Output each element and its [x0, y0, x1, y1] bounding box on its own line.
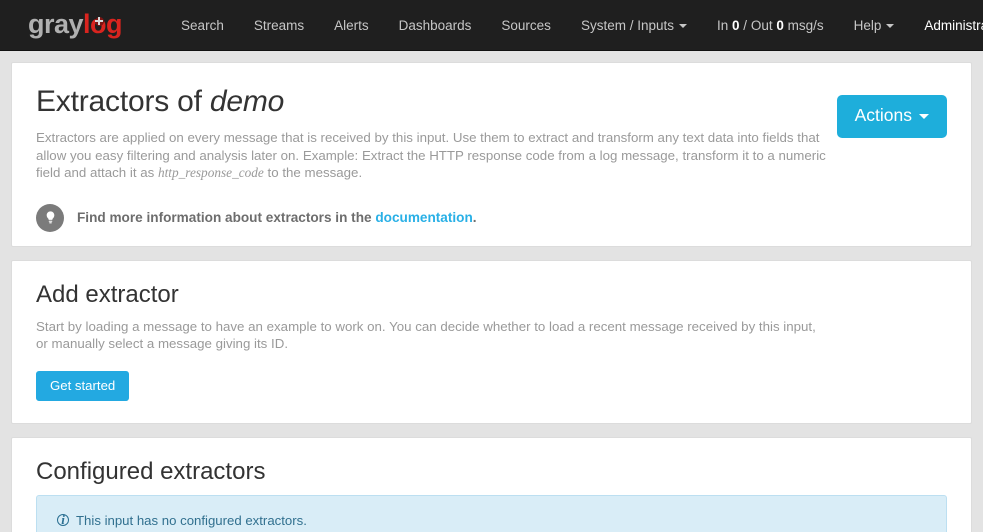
nav-item-streams[interactable]: Streams: [239, 0, 319, 50]
nav-item-administrator-label: Administrator: [924, 18, 983, 33]
nav-item-help-label: Help: [853, 18, 882, 33]
nav-item-search[interactable]: Search: [166, 0, 239, 50]
throughput-in-value: 0: [732, 18, 740, 33]
documentation-hint-suffix: .: [472, 210, 477, 225]
actions-button[interactable]: Actions: [836, 95, 947, 138]
configured-extractors-title: Configured extractors: [36, 457, 266, 485]
throughput-out-label: Out: [750, 18, 773, 33]
documentation-link[interactable]: documentation: [375, 210, 472, 225]
scroll-gutter[interactable]: [978, 51, 983, 532]
nav-item-sources[interactable]: Sources: [486, 0, 566, 50]
throughput-out-value: 0: [776, 18, 784, 33]
page-title: Extractors of demo: [36, 85, 947, 119]
add-extractor-description: Start by loading a message to have an ex…: [36, 318, 816, 352]
throughput-unit: msg/s: [787, 18, 824, 33]
extractors-panel: Actions Extractors of demo Extractors ar…: [11, 62, 972, 247]
nav-item-system-inputs[interactable]: System / Inputs: [566, 0, 702, 50]
add-extractor-panel: Add extractor Start by loading a message…: [11, 259, 972, 424]
configured-extractors-panel: Configured extractors i This input has n…: [11, 436, 972, 532]
add-extractor-title: Add extractor: [36, 280, 179, 308]
logo-compass-icon: [94, 16, 104, 26]
nav-item-dashboards[interactable]: Dashboards: [384, 0, 487, 50]
no-extractors-alert-text: This input has no configured extractors.: [76, 512, 307, 528]
nav-item-alerts[interactable]: Alerts: [319, 0, 384, 50]
get-started-button[interactable]: Get started: [36, 370, 130, 401]
page-title-input-name: demo: [209, 85, 285, 118]
nav-item-administrator[interactable]: Administrator: [909, 0, 983, 50]
throughput-in-label: In: [716, 18, 729, 33]
documentation-hint-text: Find more information about extractors i…: [77, 210, 477, 225]
extractors-description-field-name: http_response_code: [157, 165, 264, 180]
logo-text-gray: gray: [28, 8, 84, 39]
actions-button-label: Actions: [854, 105, 912, 125]
nav-item-system-inputs-label: System / Inputs: [580, 18, 674, 33]
chevron-down-icon: [919, 114, 929, 119]
page-content: Actions Extractors of demo Extractors ar…: [0, 51, 983, 532]
page-title-prefix: Extractors of: [36, 85, 210, 118]
extractors-description: Extractors are applied on every message …: [36, 129, 831, 182]
lightbulb-icon: [36, 203, 64, 232]
throughput-separator: /: [743, 18, 748, 33]
extractors-description-part1: Extractors are applied on every message …: [36, 130, 826, 180]
documentation-hint-prefix: Find more information about extractors i…: [77, 210, 376, 225]
nav-item-help[interactable]: Help: [839, 0, 910, 50]
chevron-down-icon: [886, 24, 895, 28]
no-extractors-alert: i This input has no configured extractor…: [36, 494, 947, 532]
logo-text-log: log: [83, 9, 123, 40]
extractors-description-part2: to the message.: [263, 165, 363, 180]
documentation-hint: Find more information about extractors i…: [36, 203, 947, 232]
navbar-links: Search Streams Alerts Dashboards Sources…: [166, 0, 983, 50]
graylog-logo[interactable]: graylog: [28, 8, 123, 40]
info-circle-icon: i: [57, 513, 69, 527]
top-navbar: graylog Search Streams Alerts Dashboards…: [0, 0, 983, 51]
throughput-indicator: In 0 / Out 0 msg/s: [702, 0, 839, 50]
chevron-down-icon: [678, 24, 687, 28]
